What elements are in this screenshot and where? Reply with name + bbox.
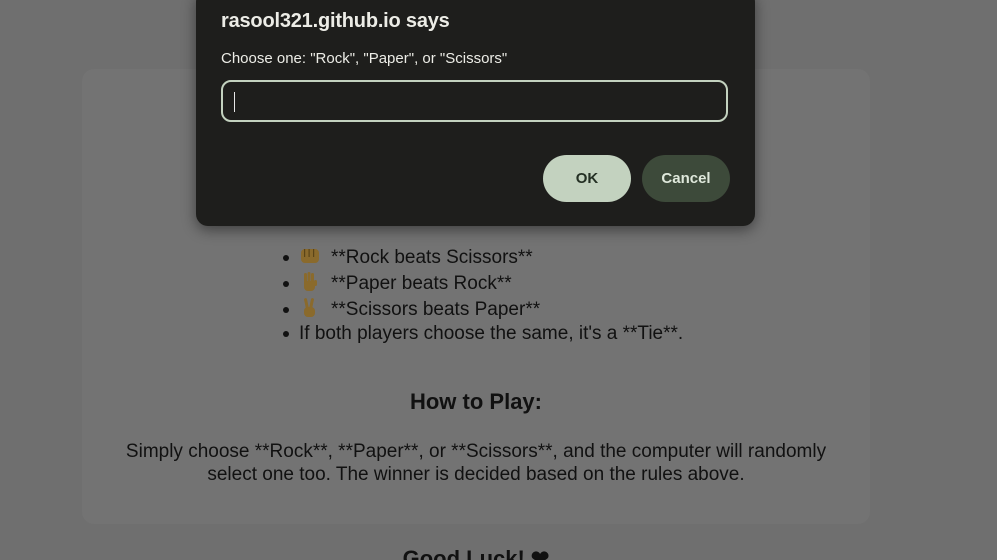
- ok-button[interactable]: OK: [543, 155, 631, 202]
- rule-text: If both players choose the same, it's a …: [299, 323, 684, 344]
- fist-icon: [301, 249, 319, 263]
- dialog-title: rasool321.github.io says: [221, 10, 450, 32]
- how-to-play-heading: How to Play:: [409, 389, 542, 414]
- rule-text: **Scissors beats Paper**: [331, 299, 541, 320]
- rule-text: **Paper beats Rock**: [331, 273, 512, 294]
- victory-hand-icon: [304, 298, 315, 317]
- how-to-play-text: Simply choose **Rock**, **Paper**, or **…: [125, 441, 827, 485]
- list-item: **Scissors beats Paper**: [282, 297, 683, 323]
- raised-hand-icon: [304, 272, 317, 291]
- text-caret: [234, 92, 235, 112]
- page: **Rock beats Scissors** **Paper beats Ro…: [0, 0, 997, 560]
- prompt-dialog: rasool321.github.io says Choose one: "Ro…: [196, 0, 755, 226]
- list-item: **Paper beats Rock**: [282, 271, 683, 297]
- prompt-input[interactable]: [221, 80, 728, 122]
- footer-heading: Good Luck! ❤: [402, 546, 550, 560]
- list-item: If both players choose the same, it's a …: [282, 323, 684, 345]
- cancel-button[interactable]: Cancel: [642, 155, 730, 202]
- dialog-message: Choose one: "Rock", "Paper", or "Scissor…: [221, 50, 508, 67]
- list-item: **Rock beats Scissors**: [282, 245, 683, 271]
- rule-text: **Rock beats Scissors**: [331, 247, 533, 268]
- rules-list: **Rock beats Scissors** **Paper beats Ro…: [282, 245, 684, 345]
